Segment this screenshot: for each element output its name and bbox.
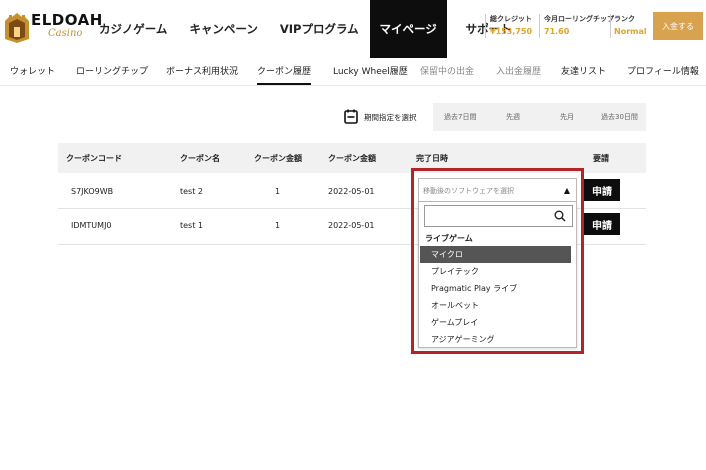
nav-my-page[interactable]: マイページ bbox=[369, 0, 447, 58]
main-nav: カジノゲーム キャンペーン VIPプログラム マイページ サポート bbox=[88, 0, 531, 58]
subnav-pending-withdrawal[interactable]: 保留中の出金 bbox=[420, 64, 474, 77]
divider bbox=[539, 14, 540, 38]
mypage-sub-nav: ウォレット ローリングチップ ボーナス利用状況 クーポン履歴 Lucky Whe… bbox=[0, 58, 706, 86]
stat-label: ランク bbox=[614, 15, 635, 23]
col-completed-at: 完了日時 bbox=[416, 154, 448, 163]
highlight-box bbox=[411, 168, 584, 354]
nav-campaign[interactable]: キャンペーン bbox=[178, 0, 268, 58]
subnav-rolling-chip[interactable]: ローリングチップ bbox=[76, 64, 148, 77]
cell-coupon-code: IDMTUMJ0 bbox=[71, 221, 112, 230]
period-last-30-days[interactable]: 過去30日間 bbox=[601, 112, 638, 122]
period-last-7-days[interactable]: 過去7日間 bbox=[444, 112, 476, 122]
apply-button[interactable]: 申請 bbox=[584, 179, 620, 201]
divider bbox=[610, 14, 611, 38]
period-last-month[interactable]: 先月 bbox=[560, 112, 574, 122]
subnav-bonus-usage[interactable]: ボーナス利用状況 bbox=[166, 64, 238, 77]
cell-date: 2022-05-01 bbox=[328, 187, 375, 196]
cell-coupon-name: test 1 bbox=[180, 221, 203, 230]
deposit-button[interactable]: 入金する bbox=[653, 12, 703, 40]
apply-button[interactable]: 申請 bbox=[584, 213, 620, 235]
cell-coupon-amount: 1 bbox=[275, 187, 281, 196]
site-header: ELDOAH Casino カジノゲーム キャンペーン VIPプログラム マイペ… bbox=[0, 0, 706, 58]
castle-icon bbox=[5, 13, 29, 43]
col-coupon-name: クーポン名 bbox=[180, 154, 220, 163]
brand-sub: Casino bbox=[48, 28, 83, 39]
nav-casino-games[interactable]: カジノゲーム bbox=[88, 0, 178, 58]
subnav-friend-list[interactable]: 友達リスト bbox=[561, 64, 606, 77]
subnav-lucky-wheel-history[interactable]: Lucky Wheel履歴 bbox=[333, 64, 408, 77]
col-coupon-amount-2: クーポン金額 bbox=[328, 154, 376, 163]
cell-coupon-code: S7JKO9WB bbox=[71, 187, 114, 196]
stat-rolling-chip: 今月ローリングチップ 71.60 bbox=[544, 14, 614, 36]
stat-value: Normal bbox=[614, 27, 647, 36]
nav-vip-program[interactable]: VIPプログラム bbox=[269, 0, 370, 58]
col-coupon-code: クーポンコード bbox=[66, 154, 122, 163]
stat-label: 今月ローリングチップ bbox=[544, 15, 614, 23]
subnav-profile[interactable]: プロフィール情報 bbox=[627, 64, 699, 77]
period-last-week[interactable]: 先週 bbox=[506, 112, 520, 122]
col-request: 要請 bbox=[593, 154, 609, 163]
subnav-wallet[interactable]: ウォレット bbox=[10, 64, 55, 77]
calendar-icon bbox=[344, 109, 358, 124]
stat-rank: ランク Normal bbox=[614, 14, 647, 36]
stat-value: 71.60 bbox=[544, 27, 570, 36]
cell-date: 2022-05-01 bbox=[328, 221, 375, 230]
cell-coupon-amount: 1 bbox=[275, 221, 281, 230]
cell-coupon-name: test 2 bbox=[180, 187, 203, 196]
stat-label: 総クレジット bbox=[490, 15, 532, 23]
subnav-coupon-history[interactable]: クーポン履歴 bbox=[257, 64, 312, 85]
stat-total-credit: 総クレジット ¥153,750 bbox=[490, 14, 532, 36]
brand-logo[interactable]: ELDOAH Casino bbox=[4, 11, 102, 45]
col-coupon-amount: クーポン金額 bbox=[254, 154, 302, 163]
period-options: 過去7日間 先週 先月 過去30日間 bbox=[433, 103, 646, 131]
divider bbox=[485, 14, 486, 38]
subnav-deposit-withdrawal-history[interactable]: 入出金履歴 bbox=[496, 64, 541, 77]
period-filter-label: 期間指定を選択 bbox=[364, 113, 417, 122]
stat-value: ¥153,750 bbox=[490, 27, 533, 36]
